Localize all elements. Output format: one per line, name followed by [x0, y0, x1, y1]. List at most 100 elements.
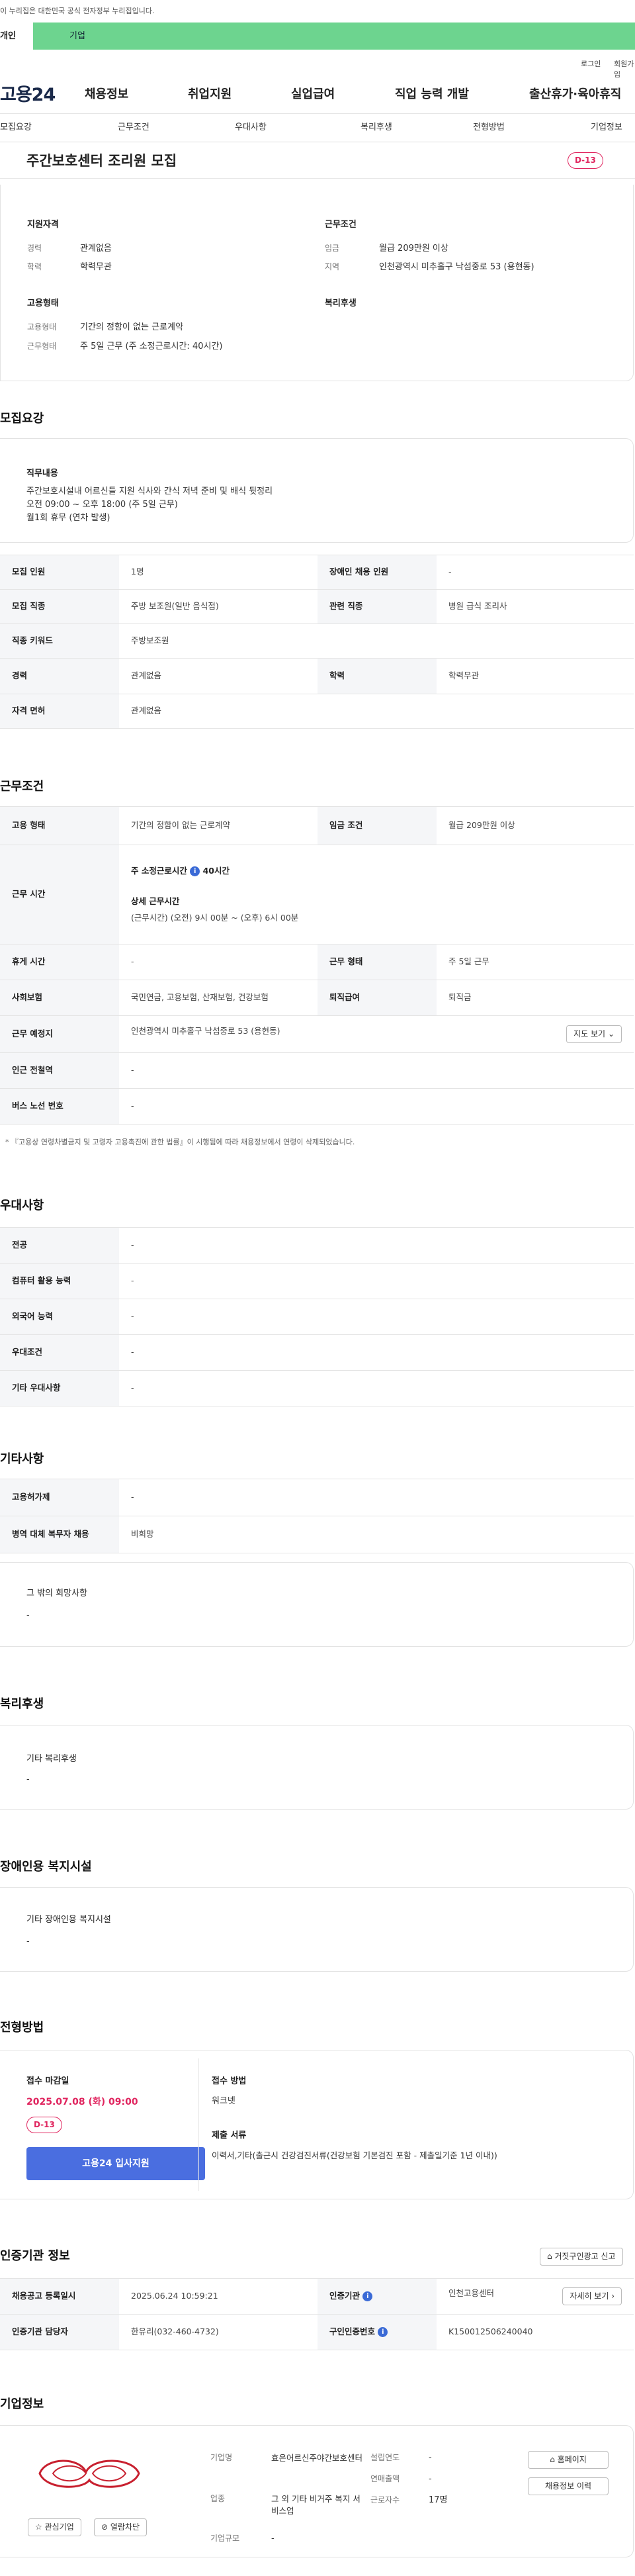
cell-value: - — [119, 1299, 634, 1335]
map-view-button[interactable]: 지도 보기 ⌄ — [566, 1025, 622, 1044]
scale-value: - — [271, 2534, 275, 2544]
home-icon: ⌂ — [550, 2455, 555, 2464]
table-row: 모집 인원 1명 장애인 채용 인원 - — [0, 555, 634, 590]
gnb-skills[interactable]: 직업 능력 개발 — [395, 86, 469, 103]
table-row: 고용허가제 - — [0, 1479, 634, 1516]
hope-heading: 그 밖의 희망사항 — [26, 1588, 87, 1598]
welfare-heading: 복리후생 — [325, 299, 357, 308]
cell-value: - — [119, 1370, 634, 1406]
work-form-label: 근무형태 — [27, 342, 57, 351]
gov-notice: 이 누리집은 대한민국 공식 전자정부 누리집입니다. — [0, 7, 155, 15]
utility-bar: 로그인 회원가입 — [0, 50, 635, 79]
welfare-section-title: 복리후생 — [0, 1697, 44, 1711]
recruit-table: 모집 인원 1명 장애인 채용 인원 - 모집 직종 주방 보조원(일반 음식점… — [0, 555, 634, 729]
disabled-facility-heading: 기타 장애인용 복지시설 — [26, 1915, 111, 1925]
anchor-welfare[interactable]: 복리후생 — [360, 122, 392, 134]
info-icon[interactable]: i — [378, 2327, 388, 2338]
cell-value: 병원 급식 조리사 — [437, 589, 634, 624]
conditions-table: 고용 형태 기간의 정함이 없는 근로계약 임금 조건 월급 209만원 이상 … — [0, 806, 634, 1125]
edu-label: 학력 — [27, 262, 42, 271]
process-section-title: 전형방법 — [0, 2021, 44, 2035]
info-icon[interactable]: i — [190, 866, 200, 877]
divider — [198, 2058, 199, 2191]
summary-card: 지원자격 경력 관계없음 학력 학력무관 근무조건 임금 월급 209만원 이상… — [0, 185, 634, 381]
cell-label: 근무 예정지 — [0, 1015, 119, 1053]
company-name-value: 효은어르신주야간보호센터 — [271, 2453, 363, 2463]
cell-label: 인증기관 i — [318, 2278, 437, 2315]
cell-label: 외국어 능력 — [0, 1299, 119, 1335]
apply-button[interactable]: 고용24 입사지원 — [26, 2147, 205, 2180]
false-ad-report-button[interactable]: ⌂ 거짓구인광고 신고 — [540, 2248, 623, 2266]
wage-value: 월급 209만원 이상 — [379, 244, 448, 253]
anchor-process[interactable]: 전형방법 — [473, 122, 505, 134]
cell-label: 인근 전철역 — [0, 1052, 119, 1089]
cell-value: 주방보조원 — [119, 623, 634, 659]
founded-value: - — [429, 2453, 432, 2463]
cell-value: 1명 — [119, 555, 318, 590]
job-title-bar: 주간보호센터 조리원 모집 D-13 — [0, 142, 635, 179]
gnb-parental-leave[interactable]: 출산휴가·육아휴직 — [529, 86, 621, 103]
table-row: 병역 대체 복무자 채용 비희망 — [0, 1516, 634, 1553]
career-value: 관계없음 — [80, 244, 112, 253]
table-row: 버스 노선 번호 - — [0, 1088, 634, 1125]
cell-value: - — [119, 1227, 634, 1264]
table-row: 채용공고 등록일시 2025.06.24 10:59:21 인증기관 i 인천고… — [0, 2278, 634, 2315]
cell-value: 2025.06.24 10:59:21 — [119, 2278, 318, 2315]
cell-label: 학력 — [318, 658, 437, 694]
cell-value: - — [437, 555, 634, 590]
favorite-company-button[interactable]: ☆ 관심기업 — [28, 2518, 81, 2537]
table-row: 외국어 능력 - — [0, 1299, 634, 1335]
anchor-company[interactable]: 기업정보 — [591, 122, 622, 134]
cell-label: 사회보험 — [0, 980, 119, 1016]
scale-label: 기업규모 — [210, 2534, 240, 2543]
company-section-title: 기업정보 — [0, 2397, 44, 2411]
cell-label: 근무 형태 — [318, 944, 437, 980]
home-report-icon: ⌂ — [547, 2252, 552, 2261]
cell-label: 모집 인원 — [0, 555, 119, 590]
sales-label: 연매출액 — [370, 2474, 400, 2483]
career-label: 경력 — [27, 244, 42, 253]
hope-value: - — [26, 1610, 30, 1620]
conditions-section-title: 근무조건 — [0, 780, 44, 794]
work-place-cell: 인천광역시 미추홀구 낙섬중로 53 (용현동) 지도 보기 ⌄ — [119, 1015, 634, 1053]
cell-value: 월급 209만원 이상 — [437, 806, 634, 845]
info-icon[interactable]: i — [362, 2291, 373, 2302]
preferences-section-title: 우대사항 — [0, 1199, 44, 1213]
cell-label: 근무 시간 — [0, 845, 119, 944]
user-type-tabs: 개인 기업 — [0, 23, 635, 50]
anchor-preferences[interactable]: 우대사항 — [235, 122, 267, 134]
block-view-button[interactable]: ⊘ 열람차단 — [94, 2518, 148, 2537]
process-dday-badge: D-13 — [26, 2117, 62, 2134]
table-row: 직종 키워드 주방보조원 — [0, 623, 634, 659]
agency-detail-button[interactable]: 자세히 보기 › — [562, 2287, 622, 2306]
age-law-note: * 『고용상 연령차별금지 및 고령자 고용촉진에 관한 법률』이 시행됨에 따… — [5, 1138, 355, 1146]
work-time-cell: 주 소정근로시간 i 40시간 상세 근무시간 (근무시간) (오전) 9시 0… — [119, 845, 634, 944]
cell-value: 퇴직금 — [437, 980, 634, 1016]
etc-table: 고용허가제 - 병역 대체 복무자 채용 비희망 — [0, 1479, 634, 1553]
agency-section-title: 인증기관 정보 — [0, 2249, 70, 2263]
tab-company[interactable]: 기업 — [69, 23, 85, 50]
detail-hours-heading: 상세 근무시간 — [131, 896, 180, 907]
table-row: 경력 관계없음 학력 학력무관 — [0, 658, 634, 694]
gnb-jobs[interactable]: 채용정보 — [85, 86, 128, 103]
chevron-down-icon: ⌄ — [607, 1029, 614, 1038]
cell-label: 인증기관 담당자 — [0, 2314, 119, 2350]
cell-value: 국민연금, 고용보험, 산재보험, 건강보험 — [119, 980, 318, 1016]
gnb-unemployment-benefit[interactable]: 실업급여 — [291, 86, 335, 103]
table-row: 근무 시간 주 소정근로시간 i 40시간 상세 근무시간 (근무시간) (오전… — [0, 845, 634, 944]
table-row: 우대조건 - — [0, 1334, 634, 1371]
job-history-button[interactable]: 채용정보 이력 — [528, 2477, 609, 2496]
welfare-value: - — [26, 1774, 30, 1784]
anchor-recruit[interactable]: 모집요강 — [0, 122, 32, 134]
site-logo[interactable]: 고용24 — [0, 82, 56, 108]
login-link[interactable]: 로그인 — [581, 59, 601, 69]
table-row: 휴게 시간 - 근무 형태 주 5일 근무 — [0, 944, 634, 980]
table-row: 인근 전철역 - — [0, 1052, 634, 1089]
gnb-employment-support[interactable]: 취업지원 — [188, 86, 232, 103]
homepage-button[interactable]: ⌂ 홈페이지 — [528, 2451, 609, 2469]
docs-heading: 제출 서류 — [212, 2131, 247, 2140]
tab-personal[interactable]: 개인 — [0, 23, 33, 50]
table-row: 고용 형태 기간의 정함이 없는 근로계약 임금 조건 월급 209만원 이상 — [0, 806, 634, 845]
anchor-conditions[interactable]: 근무조건 — [118, 122, 149, 134]
star-icon: ☆ — [35, 2522, 42, 2532]
